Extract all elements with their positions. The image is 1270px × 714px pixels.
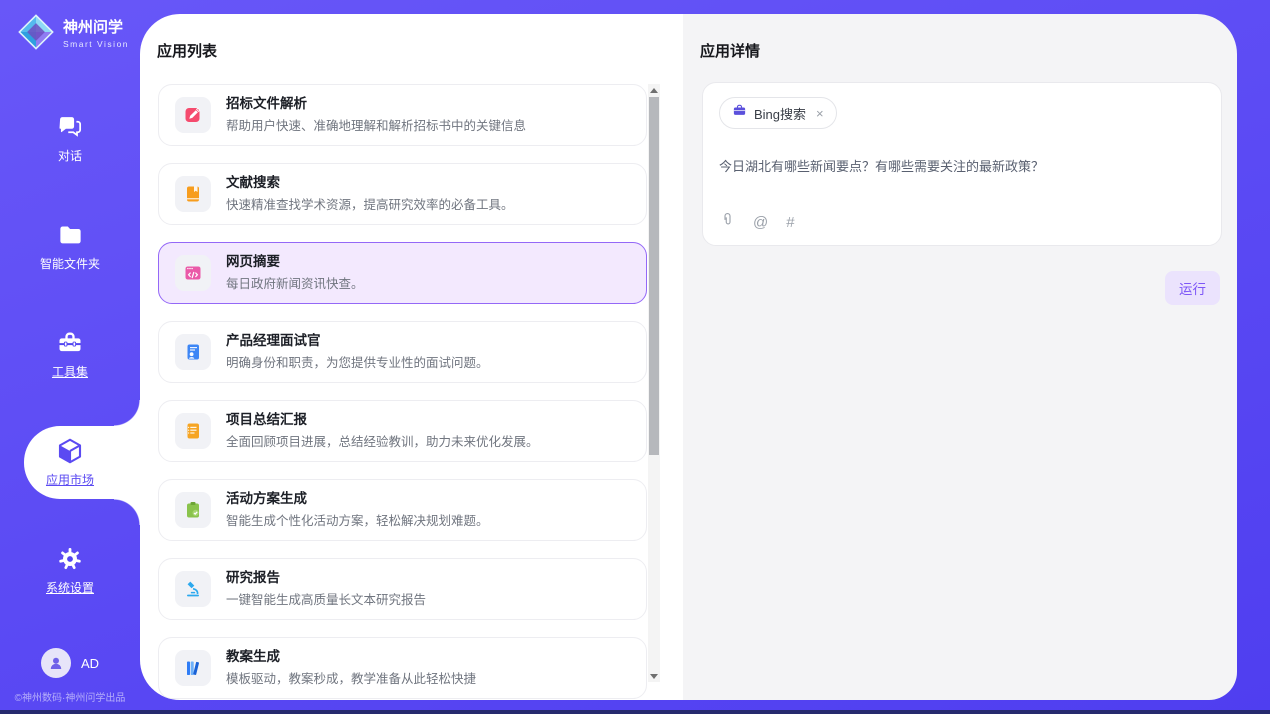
- chip-close-icon[interactable]: ×: [816, 106, 824, 121]
- scroll-up-arrow-icon[interactable]: [648, 84, 660, 96]
- chat-icon: [0, 112, 140, 142]
- tender-doc-icon: [175, 97, 211, 133]
- app-card-description: 一键智能生成高质量长文本研究报告: [226, 589, 426, 608]
- app-card-title: 项目总结汇报: [226, 412, 539, 428]
- app-card-description: 快速精准查找学术资源，提高研究效率的必备工具。: [226, 194, 514, 213]
- app-card-research-report[interactable]: 研究报告 一键智能生成高质量长文本研究报告: [158, 558, 647, 620]
- mention-at-icon[interactable]: @: [753, 214, 768, 231]
- app-card-title: 网页摘要: [226, 254, 364, 270]
- cube-icon: [0, 436, 140, 466]
- sidebar-item-label: 系统设置: [46, 579, 94, 596]
- sidebar-item-smart-folder[interactable]: 智能文件夹: [0, 220, 140, 273]
- app-card-title: 教案生成: [226, 649, 476, 665]
- app-card-lesson-plan[interactable]: 教案生成 模板驱动，教案秒成，教学准备从此轻松快捷: [158, 637, 647, 699]
- scrollbar-thumb[interactable]: [649, 97, 659, 455]
- app-list-scrollbar: [648, 84, 660, 682]
- tool-chip-label: Bing搜索: [754, 104, 806, 123]
- webpage-icon: [175, 255, 211, 291]
- scroll-down-arrow-icon[interactable]: [648, 670, 660, 682]
- app-card-title: 招标文件解析: [226, 96, 526, 112]
- app-card-event-plan[interactable]: 活动方案生成 智能生成个性化活动方案，轻松解决规划难题。: [158, 479, 647, 541]
- sidebar: 神州问学 Smart Vision 对话 智能文件夹: [0, 0, 140, 714]
- app-window: 神州问学 Smart Vision 对话 智能文件夹: [0, 0, 1270, 714]
- app-card-title: 产品经理面试官: [226, 333, 489, 349]
- books-icon: [175, 650, 211, 686]
- sidebar-item-label: 对话: [58, 147, 82, 164]
- main-container: 应用列表 招标文件解析 帮助用户快速、准确地理解和解析招标书中的关键信息: [140, 14, 1237, 700]
- sidebar-item-toolset[interactable]: 工具集: [0, 328, 140, 381]
- user-initials: AD: [81, 656, 99, 671]
- app-card-list: 招标文件解析 帮助用户快速、准确地理解和解析招标书中的关键信息 文献搜索: [158, 84, 647, 700]
- brand-logo: 神州问学 Smart Vision: [16, 12, 129, 57]
- gear-icon: [0, 544, 140, 574]
- app-card-title: 文献搜索: [226, 175, 514, 191]
- notebook-icon: [175, 413, 211, 449]
- app-card-description: 帮助用户快速、准确地理解和解析招标书中的关键信息: [226, 115, 526, 134]
- sidebar-item-app-market[interactable]: 应用市场: [0, 436, 140, 489]
- app-list-panel: 应用列表 招标文件解析 帮助用户快速、准确地理解和解析招标书中的关键信息: [140, 14, 683, 700]
- clipboard-check-icon: [175, 492, 211, 528]
- prompt-input[interactable]: 今日湖北有哪些新闻要点？有哪些需要关注的最新政策？: [719, 156, 1205, 175]
- sidebar-item-settings[interactable]: 系统设置: [0, 544, 140, 597]
- app-card-title: 研究报告: [226, 570, 426, 586]
- paperclip-icon[interactable]: [720, 211, 735, 233]
- sidebar-item-chat[interactable]: 对话: [0, 112, 140, 165]
- app-detail-panel: 应用详情 Bing搜索 × 今日湖北有哪些新闻要点？有哪些需要关注的最新政策？: [683, 14, 1237, 700]
- app-card-literature-search[interactable]: 文献搜索 快速精准查找学术资源，提高研究效率的必备工具。: [158, 163, 647, 225]
- pm-interview-icon: [175, 334, 211, 370]
- copyright-text: ©神州数码·神州问学出品: [0, 689, 140, 704]
- brand-name: 神州问学: [63, 20, 129, 37]
- sidebar-item-label: 应用市场: [46, 471, 94, 488]
- sidebar-item-label: 工具集: [52, 363, 88, 380]
- app-card-description: 每日政府新闻资讯快查。: [226, 273, 364, 292]
- run-button[interactable]: 运行: [1165, 271, 1220, 305]
- folder-icon: [0, 220, 140, 250]
- app-card-web-summary[interactable]: 网页摘要 每日政府新闻资讯快查。: [158, 242, 647, 304]
- bottom-bar: [0, 710, 1270, 714]
- app-card-project-summary[interactable]: 项目总结汇报 全面回顾项目进展，总结经验教训，助力未来优化发展。: [158, 400, 647, 462]
- app-list-title: 应用列表: [157, 40, 217, 61]
- brand-subtitle: Smart Vision: [63, 39, 129, 49]
- microscope-icon: [175, 571, 211, 607]
- tool-chip-bing-search[interactable]: Bing搜索 ×: [719, 97, 837, 129]
- app-card-pm-interviewer[interactable]: 产品经理面试官 明确身份和职责，为您提供专业性的面试问题。: [158, 321, 647, 383]
- app-card-description: 全面回顾项目进展，总结经验教训，助力未来优化发展。: [226, 431, 539, 450]
- app-card-description: 智能生成个性化活动方案，轻松解决规划难题。: [226, 510, 489, 529]
- prompt-card: Bing搜索 × 今日湖北有哪些新闻要点？有哪些需要关注的最新政策？ @ #: [702, 82, 1222, 246]
- app-card-description: 明确身份和职责，为您提供专业性的面试问题。: [226, 352, 489, 371]
- app-detail-title: 应用详情: [700, 40, 760, 61]
- gem-logo-icon: [16, 12, 56, 57]
- user-account[interactable]: AD: [0, 648, 140, 678]
- sidebar-item-label: 智能文件夹: [40, 255, 100, 272]
- avatar: [41, 648, 71, 678]
- attach-toolbar: @ #: [720, 211, 795, 233]
- app-card-tender-parse[interactable]: 招标文件解析 帮助用户快速、准确地理解和解析招标书中的关键信息: [158, 84, 647, 146]
- book-icon: [175, 176, 211, 212]
- app-card-title: 活动方案生成: [226, 491, 489, 507]
- toolbox-icon: [0, 328, 140, 358]
- hash-icon[interactable]: #: [786, 214, 794, 231]
- briefcase-icon: [732, 103, 747, 123]
- app-card-description: 模板驱动，教案秒成，教学准备从此轻松快捷: [226, 668, 476, 687]
